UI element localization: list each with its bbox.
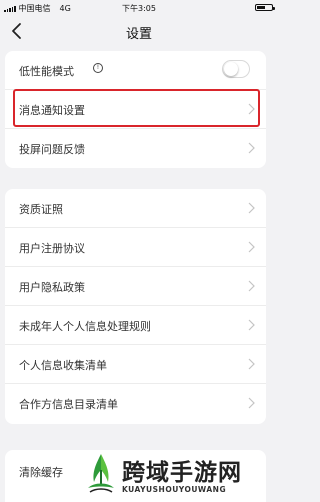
chevron-right-icon	[248, 280, 255, 292]
chevron-right-icon	[248, 319, 255, 331]
chevron-right-icon	[248, 103, 255, 115]
page-title: 设置	[125, 27, 152, 42]
watermark-logo-icon	[88, 454, 114, 493]
row-minor-info-rules[interactable]: 未成年人个人信息处理规则	[5, 306, 266, 345]
row-partner-info-list[interactable]: 合作方信息目录清单	[5, 384, 266, 423]
row-label: 低性能模式	[19, 65, 74, 78]
chevron-right-icon	[248, 397, 255, 409]
chevron-right-icon	[248, 202, 255, 214]
row-label: 合作方信息目录清单	[19, 398, 118, 411]
battery-icon	[255, 4, 275, 11]
low-performance-toggle[interactable]	[222, 60, 250, 78]
row-user-agreement[interactable]: 用户注册协议	[5, 228, 266, 267]
row-label: 用户隐私政策	[19, 281, 85, 294]
row-label: 资质证照	[19, 203, 63, 216]
watermark: 跨域手游网 KUAYUSHOUYOUWANG	[78, 440, 278, 502]
status-time: 下午3:05	[122, 4, 156, 13]
info-icon[interactable]: !	[93, 63, 103, 73]
chevron-right-icon	[248, 358, 255, 370]
settings-group-general: 低性能模式 ! 消息通知设置 投屏问题反馈	[5, 51, 266, 168]
chevron-right-icon	[248, 241, 255, 253]
row-info-collection-list[interactable]: 个人信息收集清单	[5, 345, 266, 384]
watermark-subtitle: KUAYUSHOUYOUWANG	[122, 485, 227, 494]
status-bar: 中国电信 4G 下午3:05	[0, 0, 278, 16]
row-cast-feedback[interactable]: 投屏问题反馈	[5, 129, 266, 168]
nav-bar: 设置	[0, 16, 278, 46]
row-low-performance-mode: 低性能模式 !	[5, 51, 266, 90]
row-qualifications[interactable]: 资质证照	[5, 189, 266, 228]
row-notification-settings[interactable]: 消息通知设置	[5, 90, 266, 129]
row-label: 个人信息收集清单	[19, 359, 107, 372]
row-label: 清除缓存	[19, 466, 63, 479]
row-label: 消息通知设置	[19, 104, 85, 117]
row-label: 用户注册协议	[19, 242, 85, 255]
toggle-knob	[224, 62, 238, 76]
watermark-title: 跨域手游网	[122, 459, 242, 486]
settings-group-legal: 资质证照 用户注册协议 用户隐私政策 未成年人个人信息处理规则 个人信息收集清单…	[5, 189, 266, 424]
chevron-right-icon	[248, 142, 255, 154]
row-label: 投屏问题反馈	[19, 143, 85, 156]
battery-fill	[257, 6, 265, 9]
row-label: 未成年人个人信息处理规则	[19, 320, 151, 333]
row-privacy-policy[interactable]: 用户隐私政策	[5, 267, 266, 306]
